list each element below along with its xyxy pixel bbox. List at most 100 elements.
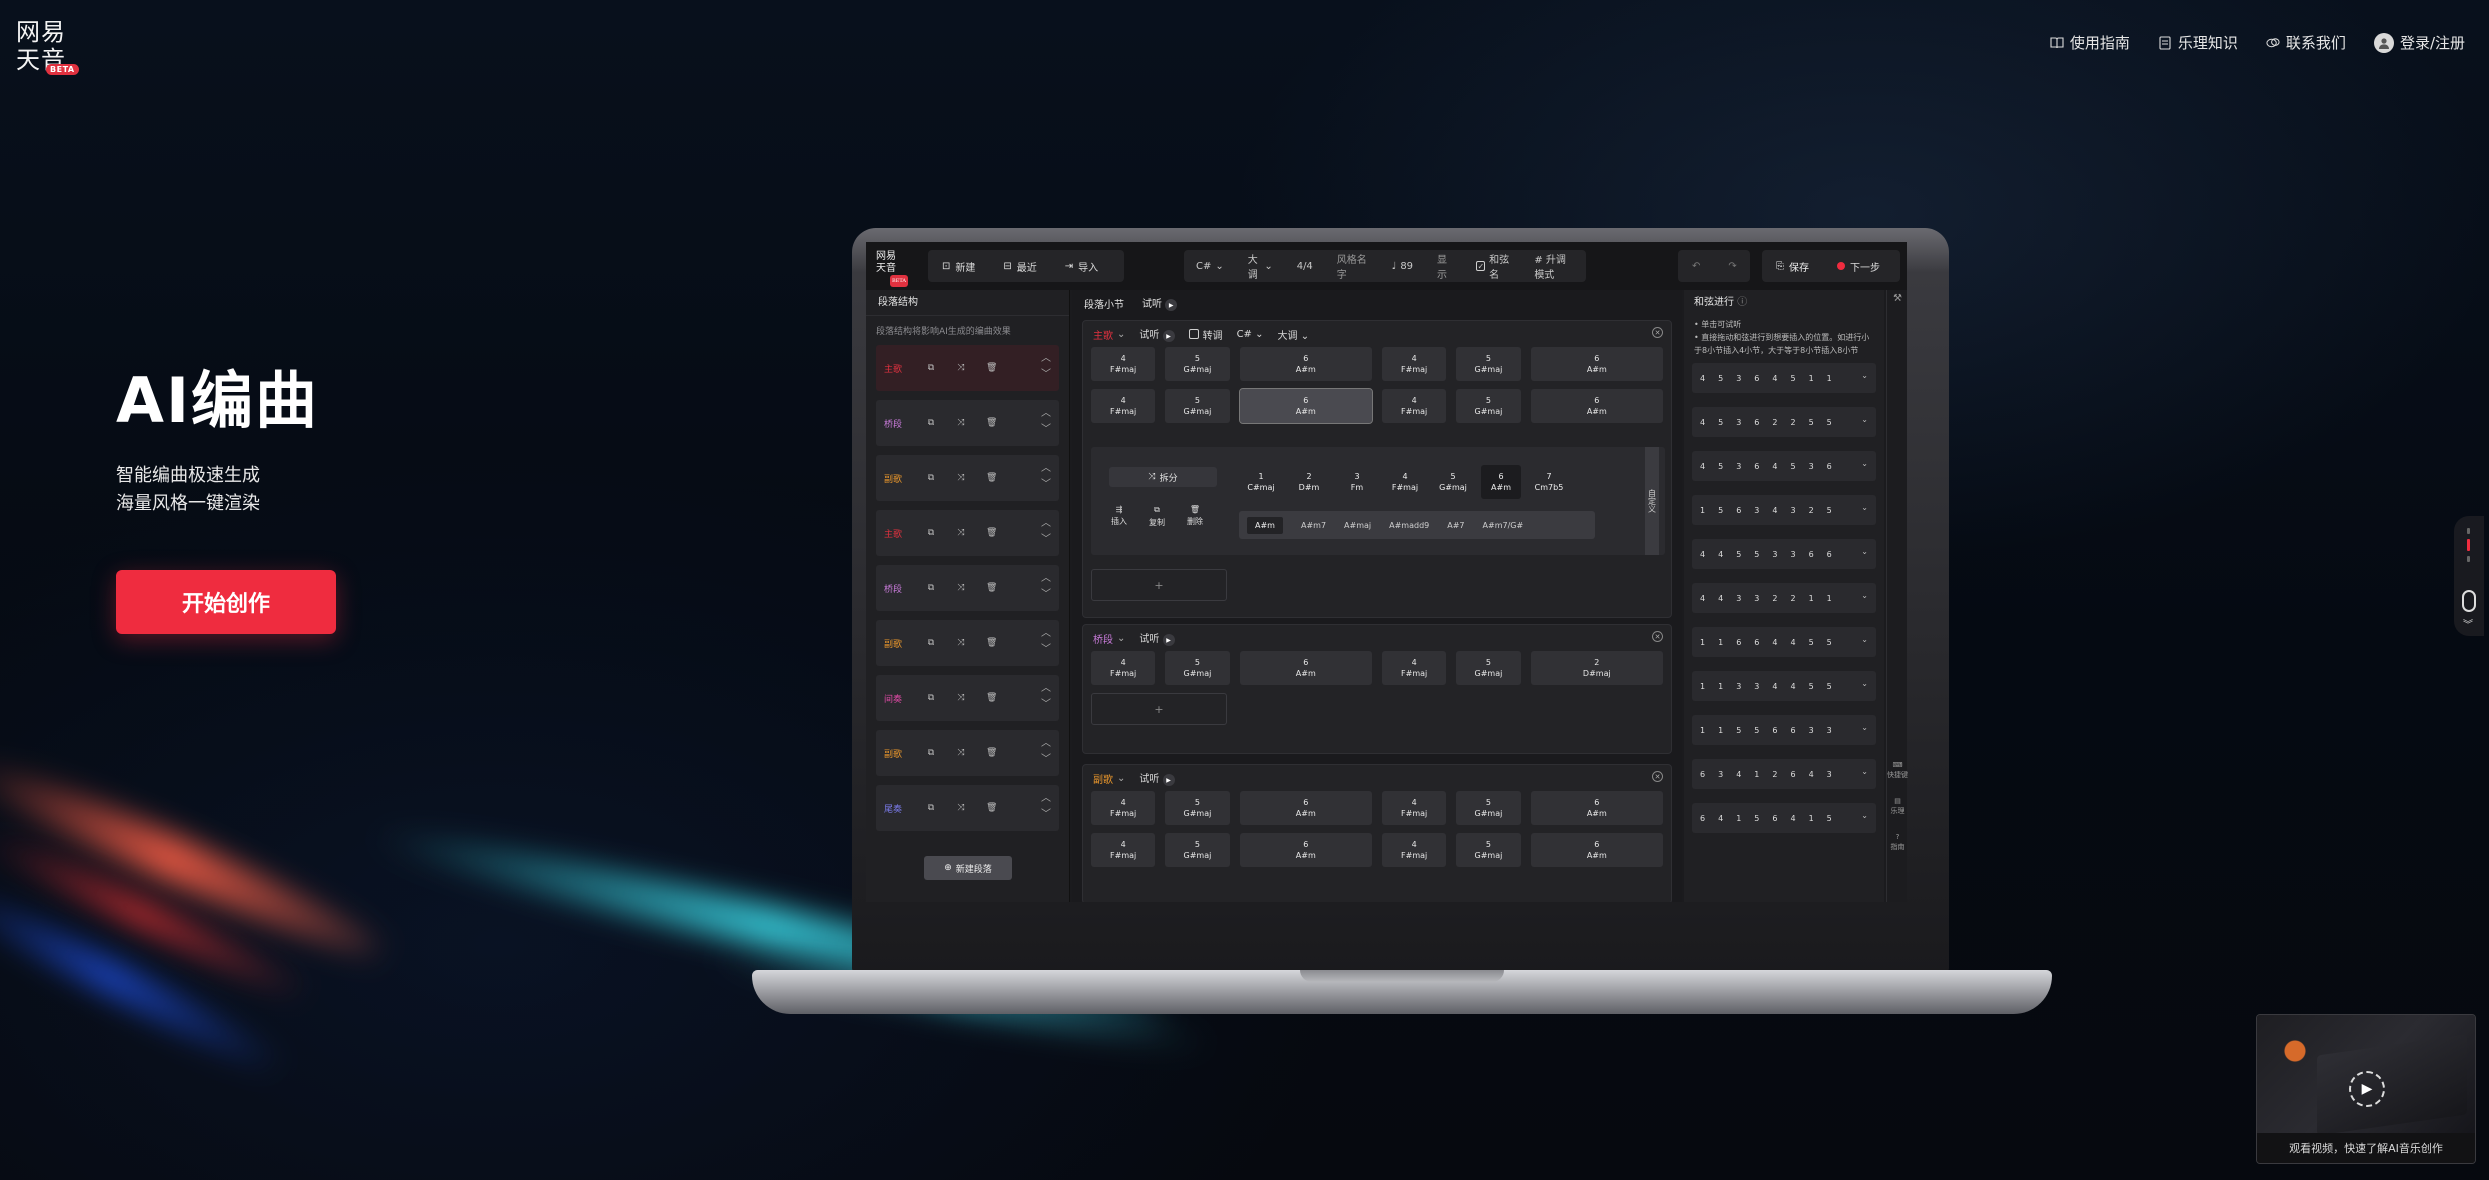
insert-button[interactable]: ⇶ 插入 (1111, 505, 1127, 528)
copy-icon[interactable]: ⧉ (926, 528, 936, 538)
shuffle-icon[interactable]: ⤨ (956, 473, 966, 483)
trash-icon[interactable]: 🗑 (986, 528, 997, 538)
chord-bar[interactable]: 4 F#maj (1091, 791, 1156, 825)
copy-icon[interactable]: ⧉ (926, 693, 936, 703)
play-icon[interactable]: ▶ (2349, 1071, 2385, 1107)
progression-item[interactable]: 4 5 3 6 4 5 1 1 ⌄ (1692, 363, 1876, 393)
chord-bar[interactable]: 5 G#maj (1165, 791, 1230, 825)
chord-bar[interactable]: 4 F#maj (1382, 389, 1447, 423)
import-button[interactable]: ⇥ 导入 (1051, 250, 1112, 282)
chevron-down-icon[interactable]: ⌄ (1861, 811, 1868, 820)
progression-item[interactable]: 1 1 6 6 4 4 5 5 ⌄ (1692, 627, 1876, 657)
chord-variant[interactable]: A#maj (1344, 521, 1371, 530)
segment-item[interactable]: 主歌 ⧉ ⤨ 🗑 ︿ ﹀ (876, 510, 1059, 556)
chord-bar[interactable]: 6 A#m (1530, 791, 1664, 825)
chevron-down-icon[interactable]: ⌄ (1861, 459, 1868, 468)
chord-choice[interactable]: 7 Cm7b5 (1529, 465, 1569, 499)
listen-all-button[interactable]: 试听 ▶ (1142, 295, 1178, 312)
close-icon[interactable]: ✕ (1652, 631, 1663, 642)
transpose-toggle[interactable]: 转调 (1188, 327, 1223, 342)
progression-item[interactable]: 1 1 3 3 4 4 5 5 ⌄ (1692, 671, 1876, 701)
progression-item[interactable]: 1 5 6 3 4 3 2 5 ⌄ (1692, 495, 1876, 525)
chord-variant[interactable]: A#7 (1447, 521, 1464, 530)
mode-select[interactable]: 大调 ⌄ (1236, 250, 1285, 282)
meter-field[interactable]: 4/4 (1285, 250, 1325, 282)
trash-icon[interactable]: 🗑 (986, 418, 997, 428)
segment-item[interactable]: 副歌 ⧉ ⤨ 🗑 ︿ ﹀ (876, 730, 1059, 776)
chord-bar[interactable]: 6 A#m (1530, 347, 1664, 381)
trash-icon[interactable]: 🗑 (986, 473, 997, 483)
rising-mode-toggle[interactable]: # 升调模式 (1522, 250, 1586, 282)
chord-bar[interactable]: 5 G#maj (1165, 389, 1230, 423)
chord-bar[interactable]: 5 G#maj (1456, 791, 1521, 825)
start-create-button[interactable]: 开始创作 (116, 570, 336, 634)
style-field[interactable]: 风格名字 (1325, 250, 1380, 282)
segment-item[interactable]: 副歌 ⧉ ⤨ 🗑 ︿ ﹀ (876, 455, 1059, 501)
reorder-handle[interactable]: ︿ ﹀ (1041, 351, 1051, 383)
chord-bar[interactable]: 4 F#maj (1091, 347, 1156, 381)
shuffle-icon[interactable]: ⤨ (956, 583, 966, 593)
custom-chord-tab[interactable]: 自定义 (1645, 447, 1659, 555)
redo-button[interactable]: ↷ (1714, 250, 1750, 282)
section-name[interactable]: 桥段 (1093, 631, 1113, 646)
save-button[interactable]: ⎘ 保存 (1762, 250, 1823, 282)
chord-choice[interactable]: 3 Fm (1337, 465, 1377, 499)
chevron-down-icon[interactable]: ⌄ (1861, 679, 1868, 688)
chevron-down-icon[interactable]: ⌄ (1861, 767, 1868, 776)
chord-bar[interactable]: 5 G#maj (1165, 833, 1230, 867)
progression-item[interactable]: 4 5 3 6 4 5 3 6 ⌄ (1692, 451, 1876, 481)
segment-item[interactable]: 主歌 ⧉ ⤨ 🗑 ︿ ﹀ (876, 345, 1059, 391)
theory-button[interactable]: ▤ 乐理 (1887, 796, 1908, 816)
progression-item[interactable]: 6 3 4 1 2 6 4 3 ⌄ (1692, 759, 1876, 789)
copy-icon[interactable]: ⧉ (926, 473, 936, 483)
key-select[interactable]: C# ⌄ (1184, 250, 1236, 282)
scroll-indicator[interactable]: ︾ (2454, 516, 2484, 636)
delete-button[interactable]: 🗑 删除 (1187, 505, 1203, 528)
chord-bar[interactable]: 6 A#m (1239, 833, 1373, 867)
trash-icon[interactable]: 🗑 (986, 583, 997, 593)
add-bar-button[interactable]: + (1091, 569, 1227, 601)
chord-bar[interactable]: 4 F#maj (1091, 651, 1156, 685)
next-step-button[interactable]: 下一步 (1823, 250, 1894, 282)
chord-bar[interactable]: 6 A#m (1530, 389, 1664, 423)
copy-icon[interactable]: ⧉ (926, 638, 936, 648)
chord-bar[interactable]: 4 F#maj (1091, 833, 1156, 867)
chord-bar[interactable]: 5 G#maj (1456, 651, 1521, 685)
reorder-handle[interactable]: ︿ ﹀ (1041, 461, 1051, 493)
reorder-handle[interactable]: ︿ ﹀ (1041, 626, 1051, 658)
copy-icon[interactable]: ⧉ (926, 748, 936, 758)
page-dot[interactable] (2467, 528, 2470, 534)
section-mode-select[interactable]: 大调 ⌄ (1278, 327, 1310, 342)
chord-bar[interactable]: 6 A#m (1239, 791, 1373, 825)
chord-choice[interactable]: 4 F#maj (1385, 465, 1425, 499)
reorder-handle[interactable]: ︿ ﹀ (1041, 571, 1051, 603)
shuffle-icon[interactable]: ⤨ (956, 638, 966, 648)
recent-button[interactable]: ⊟ 最近 (989, 250, 1050, 282)
chord-bar[interactable]: 6 A#m (1239, 347, 1373, 381)
segment-item[interactable]: 尾奏 ⧉ ⤨ 🗑 ︿ ﹀ (876, 785, 1059, 831)
segment-item[interactable]: 桥段 ⧉ ⤨ 🗑 ︿ ﹀ (876, 400, 1059, 446)
progression-item[interactable]: 6 4 1 5 6 4 1 5 ⌄ (1692, 803, 1876, 833)
chord-bar[interactable]: 4 F#maj (1382, 833, 1447, 867)
chord-bar[interactable]: 4 F#maj (1091, 389, 1156, 423)
chord-bar[interactable]: 6 A#m (1238, 388, 1374, 424)
nav-theory[interactable]: 乐理知识 (2158, 32, 2238, 53)
reorder-handle[interactable]: ︿ ﹀ (1041, 516, 1051, 548)
progression-item[interactable]: 4 5 3 6 2 2 5 5 ⌄ (1692, 407, 1876, 437)
new-segment-button[interactable]: ⊕ 新建段落 (924, 856, 1012, 880)
chord-bar[interactable]: 5 G#maj (1165, 347, 1230, 381)
shuffle-icon[interactable]: ⤨ (956, 748, 966, 758)
chord-bar[interactable]: 6 A#m (1239, 651, 1373, 685)
shuffle-icon[interactable]: ⤨ (956, 528, 966, 538)
chord-bar[interactable]: 4 F#maj (1382, 651, 1447, 685)
close-icon[interactable]: ✕ (1652, 771, 1663, 782)
shuffle-icon[interactable]: ⤨ (956, 693, 966, 703)
chord-choice[interactable]: 6 A#m (1481, 465, 1521, 499)
help-icon[interactable]: ⓘ (1737, 297, 1747, 308)
copy-icon[interactable]: ⧉ (926, 583, 936, 593)
segment-item[interactable]: 间奏 ⧉ ⤨ 🗑 ︿ ﹀ (876, 675, 1059, 721)
chevron-down-icon[interactable]: ⌄ (1861, 635, 1868, 644)
shortcut-button[interactable]: ⌨ 快捷键 (1887, 760, 1908, 780)
section-name[interactable]: 副歌 (1093, 771, 1113, 786)
shuffle-icon[interactable]: ⤨ (956, 363, 966, 373)
